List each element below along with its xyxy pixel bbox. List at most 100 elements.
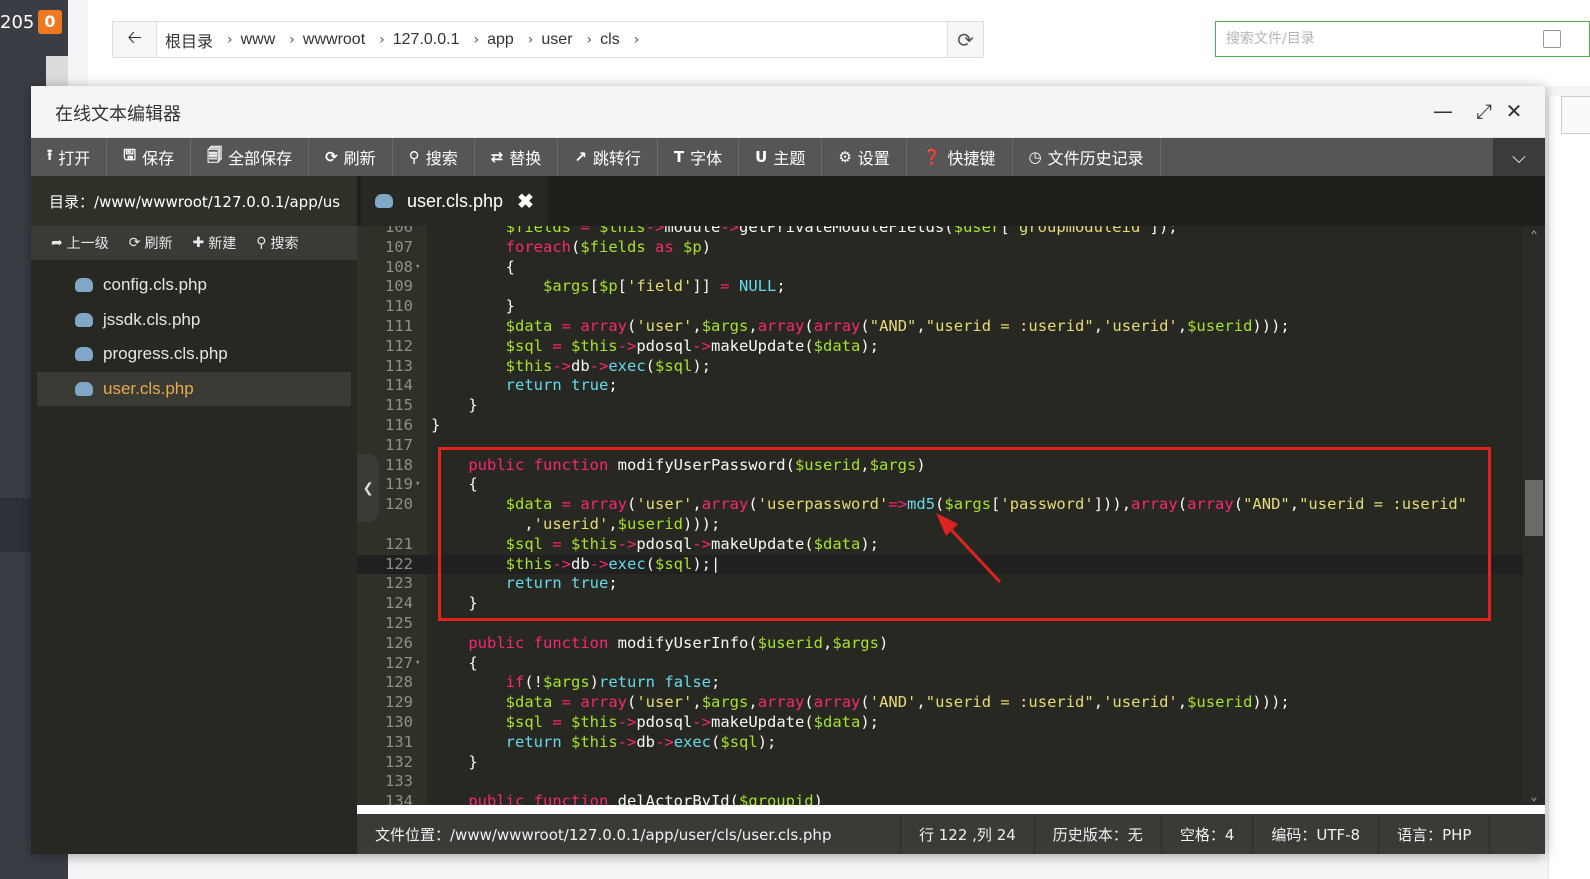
editor-toolbar: ⭱ 打开 🖫 保存 🗐 全部保存 ⟳ 刷新 ⚲ 搜索 ⇄ 替换 ↗ 跳转行 T 字体 U 主题 ⚙… xyxy=(31,138,1545,176)
refresh-button[interactable]: ⟳ xyxy=(947,22,983,57)
background-right-panel xyxy=(1548,96,1590,879)
font-icon: T xyxy=(673,148,685,166)
breadcrumb: 🡠 根目录 › www › wwwroot › 127.0.0.1 › app › use… xyxy=(112,21,984,58)
chevron-right-icon: › xyxy=(379,31,385,48)
open-button[interactable]: ⭱ 打开 xyxy=(31,138,108,176)
chevron-right-icon: › xyxy=(527,31,534,48)
search-icon: ⚲ xyxy=(408,148,420,166)
replace-button[interactable]: ⇄ 替换 xyxy=(475,138,559,176)
file-list: config.cls.php jssdk.cls.php progress.cl… xyxy=(31,268,357,406)
refresh-icon: ⟳ xyxy=(325,148,338,166)
back-button[interactable]: 🡠 xyxy=(113,22,157,57)
settings-button[interactable]: ⚙ 设置 xyxy=(822,138,907,176)
new-file-button[interactable]: ✚ 新建 xyxy=(192,233,236,253)
php-elephant-icon xyxy=(75,347,93,362)
code-line: 116} xyxy=(385,416,441,434)
code-scrollbar[interactable]: ⌃ ⌄ xyxy=(1523,226,1545,805)
upload-icon: ⭱ xyxy=(47,145,53,164)
editor-dialog: 在线文本编辑器 — ⤢ ✕ ⭱ 打开 🖫 保存 🗐 全部保存 ⟳ 刷新 ⚲ 搜索 ⇄ 替换 … xyxy=(31,86,1545,854)
fold-arrow-icon: ▾ xyxy=(415,657,421,668)
clock-icon: ◷ xyxy=(1028,148,1042,166)
fold-arrow-icon: ▾ xyxy=(415,261,421,272)
tab-close-icon[interactable]: ✖ xyxy=(517,189,534,214)
refresh-icon: ⟳ xyxy=(957,27,974,52)
editor-statusbar: 文件位置：/www/wwwroot/127.0.0.1/app/user/cls… xyxy=(357,814,1545,854)
directory-path: 目录：/www/wwwroot/127.0.0.1/app/us xyxy=(31,176,357,226)
file-item[interactable]: jssdk.cls.php xyxy=(31,303,357,338)
background-scrollbar[interactable] xyxy=(46,56,68,90)
file-item[interactable]: config.cls.php xyxy=(31,268,357,303)
status-cursor[interactable]: 行 122 ,列 24 xyxy=(901,814,1035,854)
theme-button[interactable]: U 主题 xyxy=(739,138,823,176)
php-elephant-icon xyxy=(375,194,393,208)
file-history-button[interactable]: ◷ 文件历史记录 xyxy=(1013,138,1161,176)
code-line: 110 } xyxy=(385,297,515,316)
file-sidebar: 目录：/www/wwwroot/127.0.0.1/app/us ➦ 上一级 ⟳ 刷… xyxy=(31,176,357,854)
scroll-up-icon[interactable]: ⌃ xyxy=(1523,228,1545,242)
save-icon: 🖫 xyxy=(123,145,137,164)
sidebar-search-button[interactable]: ⚲ 搜索 xyxy=(256,233,298,253)
tab-user-cls-php[interactable]: user.cls.php ✖ xyxy=(361,176,548,226)
search-checkbox[interactable] xyxy=(1543,30,1561,48)
breadcrumb-item[interactable]: cls › xyxy=(592,22,639,57)
status-indent[interactable]: 空格：4 xyxy=(1162,814,1254,854)
breadcrumb-item[interactable]: www › xyxy=(233,22,295,57)
toolbar-collapse-button[interactable]: ⌵ xyxy=(1493,138,1545,176)
chevron-right-icon: › xyxy=(473,31,480,48)
code-line: 133 xyxy=(385,772,413,791)
breadcrumb-item[interactable]: user › xyxy=(533,22,592,57)
status-language[interactable]: 语言：PHP xyxy=(1379,814,1491,854)
file-search-input[interactable] xyxy=(1216,22,1516,56)
file-item[interactable]: progress.cls.php xyxy=(31,337,357,372)
pin-icon: ↗ xyxy=(574,148,587,166)
search-icon: ⚲ xyxy=(256,235,267,251)
file-item-active[interactable]: user.cls.php xyxy=(37,371,351,406)
breadcrumb-item[interactable]: 127.0.0.1 › xyxy=(385,22,479,57)
code-editor[interactable]: ❮ 106 $fields = $this->module->getPrivat… xyxy=(357,226,1545,805)
minimize-icon[interactable]: — xyxy=(1428,96,1458,126)
magnet-icon: U xyxy=(755,148,768,166)
chevron-left-icon: ❮ xyxy=(362,477,374,499)
dialog-title: 在线文本编辑器 xyxy=(55,104,181,125)
code-line: 124 } xyxy=(385,594,478,613)
code-line: 134 public function delActorById($groupi… xyxy=(385,792,823,805)
code-line: 111 $data = array('user',$args,array(arr… xyxy=(385,317,1290,335)
fold-arrow-icon: ▾ xyxy=(415,479,421,490)
status-encoding[interactable]: 编码：UTF-8 xyxy=(1253,814,1380,854)
arrow-up-icon: ➦ xyxy=(51,235,63,251)
code-line: 129 $data = array('user',$args,array(arr… xyxy=(385,693,1290,712)
breadcrumb-item[interactable]: wwwroot › xyxy=(295,22,385,57)
goto-line-button[interactable]: ↗ 跳转行 xyxy=(558,138,658,176)
code-line: 106 $fields = $this->module->getPrivateM… xyxy=(385,226,1178,236)
code-line: 108 ▾ { xyxy=(385,257,515,276)
breadcrumb-item[interactable]: app › xyxy=(479,22,533,57)
code-line: 109 $args[$p['field']] = NULL; xyxy=(385,277,786,296)
breadcrumb-item[interactable]: 根目录 › xyxy=(157,22,233,57)
code-line: 112 $sql = $this->pdosql->makeUpdate($da… xyxy=(385,336,879,355)
code-line: 125 xyxy=(385,614,413,632)
refresh-icon: ⟳ xyxy=(128,235,141,251)
font-button[interactable]: T 字体 xyxy=(658,138,740,176)
shortcuts-button[interactable]: ❓ 快捷键 xyxy=(907,138,1013,176)
count-text: 205 xyxy=(0,12,35,33)
sidebar-refresh-button[interactable]: ⟳ 刷新 xyxy=(129,233,173,253)
maximize-icon[interactable]: ⤢ xyxy=(1469,96,1499,126)
code-line: 114 return true; xyxy=(385,376,618,395)
scroll-down-icon[interactable]: ⌄ xyxy=(1523,789,1545,803)
code-line: 107 foreach($fields as $p) xyxy=(385,237,712,256)
background-button[interactable] xyxy=(1561,96,1590,134)
arrow-left-icon: 🡠 xyxy=(127,26,142,48)
search-button[interactable]: ⚲ 搜索 xyxy=(393,138,475,176)
scrollbar-thumb[interactable] xyxy=(1525,480,1543,536)
code-line: 132 } xyxy=(385,752,478,771)
save-all-button[interactable]: 🗐 全部保存 xyxy=(191,138,310,176)
up-level-button[interactable]: ➦ 上一级 xyxy=(51,233,109,253)
php-elephant-icon xyxy=(75,278,93,293)
chevron-right-icon: › xyxy=(633,31,640,48)
save-button[interactable]: 🖫 保存 xyxy=(107,138,192,176)
close-icon[interactable]: ✕ xyxy=(1499,96,1529,126)
refresh-editor-button[interactable]: ⟳ 刷新 xyxy=(309,138,393,176)
status-history[interactable]: 历史版本：无 xyxy=(1035,814,1162,854)
plus-icon: ✚ xyxy=(192,235,205,251)
sidebar-toggle-handle[interactable]: ❮ xyxy=(357,454,379,522)
